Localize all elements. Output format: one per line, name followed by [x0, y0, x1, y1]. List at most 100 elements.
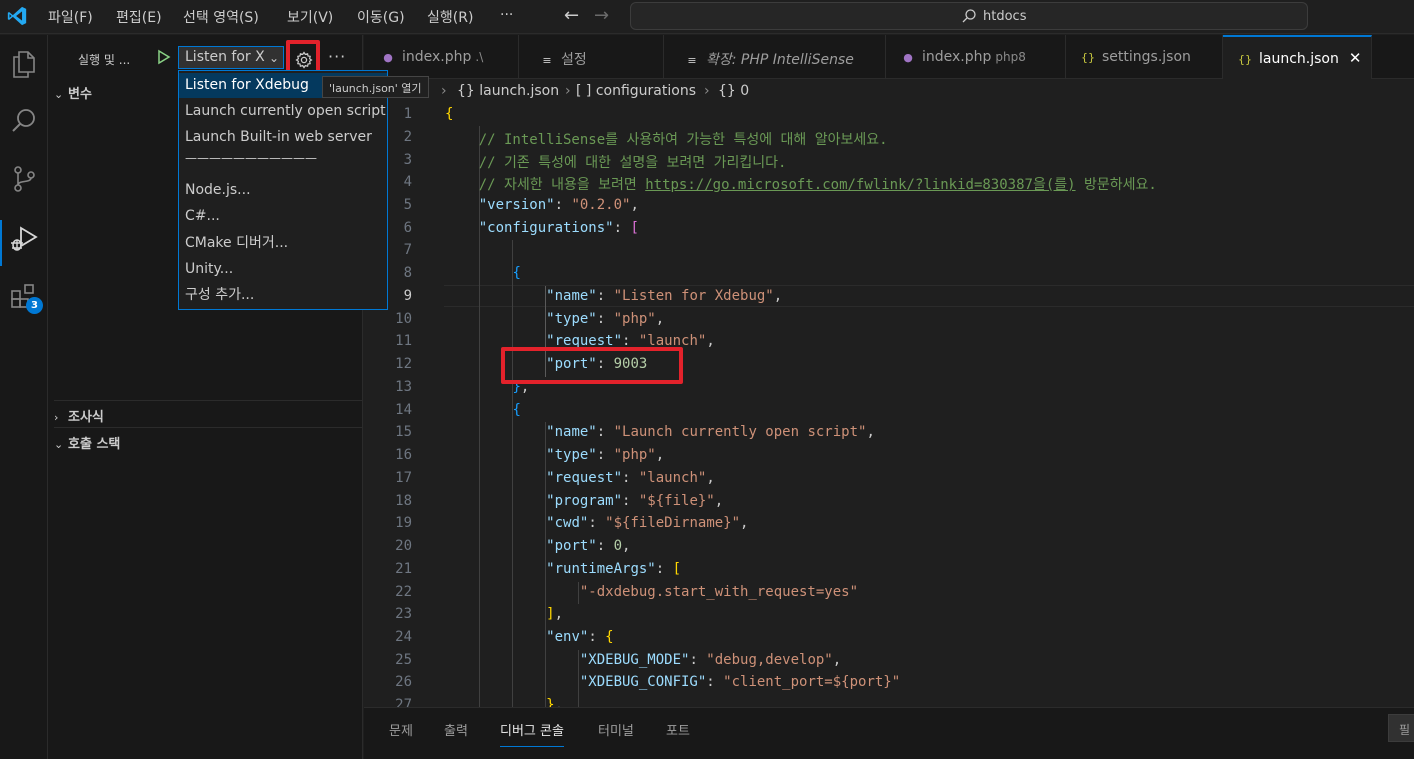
search-icon — [962, 9, 976, 23]
json-key: "request" — [546, 470, 623, 486]
json-string: "php" — [613, 311, 656, 327]
json-key: "type" — [546, 311, 597, 327]
workspace-name: htdocs — [983, 9, 1027, 24]
explorer-icon[interactable] — [8, 48, 40, 80]
code-link[interactable]: https://go.microsoft.com/fwlink/?linkid=… — [645, 177, 1075, 193]
json-string: "debug,develop" — [706, 652, 833, 668]
start-debugging-icon[interactable] — [156, 49, 172, 65]
json-icon: {} — [1081, 51, 1095, 64]
code-line: { — [445, 106, 454, 122]
breadcrumb-item[interactable]: {} 0 — [718, 83, 749, 99]
menu-run[interactable]: 실행(R) — [427, 7, 473, 27]
breadcrumb-item[interactable]: {} launch.json — [457, 83, 559, 99]
section-call-stack[interactable]: ⌄ 호출 스택 — [54, 433, 120, 452]
code-line: // 자세한 내용을 보려면 https://go.microsoft.com/… — [445, 174, 1157, 194]
chevron-down-icon: ⌄ — [54, 438, 64, 451]
divider — [54, 427, 362, 428]
section-label: 조사식 — [68, 410, 104, 425]
json-key: "program" — [546, 493, 623, 509]
breadcrumb-item[interactable]: [ ] configurations — [576, 83, 696, 99]
tab-index-php-php8[interactable]: ● index.php php8 — [886, 35, 1066, 79]
tab-settings-json[interactable]: {} settings.json — [1066, 35, 1223, 79]
dropdown-item[interactable]: C#... — [179, 204, 387, 229]
command-center[interactable]: htdocs — [630, 2, 1308, 30]
vscode-logo-icon — [7, 6, 27, 26]
code-line: "-dxdebug.start_with_request=yes" — [445, 584, 858, 600]
line-number: 27 — [395, 697, 412, 707]
panel-tab-ports[interactable]: 포트 — [666, 720, 690, 739]
line-number: 20 — [395, 538, 412, 554]
chevron-right-icon: › — [54, 411, 59, 424]
code-comment: // 자세한 내용을 보려면 — [478, 177, 646, 193]
panel-tab-problems[interactable]: 문제 — [389, 720, 413, 739]
chevron-down-icon: ⌄ — [54, 88, 64, 101]
dropdown-item[interactable]: Node.js... — [179, 178, 387, 203]
line-number: 26 — [395, 674, 412, 690]
tab-settings[interactable]: ≡ 설정 — [519, 35, 664, 79]
more-actions-button[interactable]: ··· — [328, 47, 346, 66]
json-string: "${file}" — [638, 493, 715, 509]
tab-launch-json[interactable]: {} launch.json ✕ — [1223, 35, 1372, 79]
debug-config-select[interactable]: Listen for X ⌄ — [178, 46, 284, 69]
code-line: "port": 0, — [546, 538, 631, 554]
panel-tab-output[interactable]: 출력 — [444, 720, 468, 739]
code-comment: // IntelliSense를 사용하여 가능한 특성에 대해 알아보세요. — [478, 132, 888, 148]
run-and-debug-icon[interactable] — [8, 222, 40, 254]
section-label: 호출 스택 — [68, 437, 121, 452]
line-number: 25 — [395, 652, 412, 668]
line-number: 14 — [395, 402, 412, 418]
json-string: "0.2.0" — [571, 197, 631, 213]
code-line: { — [512, 402, 521, 418]
json-key: "configurations" — [478, 220, 614, 236]
chevron-right-icon: › — [704, 83, 710, 99]
menu-go[interactable]: 이동(G) — [357, 7, 405, 27]
search-icon[interactable] — [8, 105, 40, 137]
dropdown-separator: ——————————— — [185, 151, 317, 165]
gear-icon — [295, 51, 313, 69]
section-variables[interactable]: ⌄ 변수 — [54, 83, 92, 102]
tab-extension[interactable]: ≡ 확장: PHP IntelliSense — [664, 35, 886, 79]
json-string: "Launch currently open script" — [613, 424, 867, 440]
panel-tab-terminal[interactable]: 터미널 — [598, 720, 634, 739]
chevron-right-icon: › — [441, 83, 447, 99]
divider — [54, 400, 362, 401]
tab-label: 확장: PHP IntelliSense — [706, 52, 854, 68]
json-string: "Listen for Xdebug" — [613, 288, 774, 304]
back-arrow-icon[interactable]: ← — [564, 5, 579, 26]
json-key: "name" — [546, 424, 597, 440]
menu-view[interactable]: 보기(V) — [287, 7, 333, 27]
line-number: 17 — [395, 470, 412, 486]
php-icon: ● — [903, 51, 913, 64]
code-line: "name": "Launch currently open script", — [546, 424, 875, 440]
filter-input[interactable]: 필 — [1388, 714, 1414, 742]
code-line: }, — [546, 697, 564, 707]
section-watch[interactable]: › 조사식 — [54, 406, 104, 425]
menu-selection[interactable]: 선택 영역(S) — [183, 7, 259, 27]
active-view-indicator — [0, 220, 2, 266]
tab-description: .\ — [475, 50, 484, 64]
sidebar-title: 실행 및 ... — [78, 53, 131, 67]
chevron-right-icon: › — [565, 83, 571, 99]
json-string: "${fileDirname}" — [605, 515, 741, 531]
dropdown-item[interactable]: Launch Built-in web server — [179, 125, 387, 150]
panel-tab-debug-console[interactable]: 디버그 콘솔 — [500, 720, 564, 747]
menu-edit[interactable]: 편집(E) — [116, 7, 162, 27]
code-line: "XDEBUG_CONFIG": "client_port=${port}" — [579, 674, 901, 690]
dropdown-item[interactable]: 구성 추가... — [179, 283, 387, 308]
source-control-icon[interactable] — [8, 163, 40, 195]
tab-label: launch.json — [1259, 51, 1339, 67]
menu-more[interactable]: ··· — [500, 7, 513, 23]
line-number: 12 — [395, 356, 412, 372]
line-number: 13 — [395, 379, 412, 395]
menu-file[interactable]: 파일(F) — [48, 7, 93, 27]
json-number: 0 — [613, 538, 623, 554]
tab-label: index.php — [922, 49, 992, 65]
code-editor[interactable]: 1 2 3 4 5 6 7 8 9 10 11 12 13 14 15 16 1… — [364, 104, 1414, 707]
extension-icon: ≡ — [687, 54, 697, 67]
dropdown-item[interactable]: Launch currently open script — [179, 99, 387, 124]
forward-arrow-icon[interactable]: → — [594, 5, 609, 26]
dropdown-item[interactable]: Unity... — [179, 257, 387, 282]
dropdown-item[interactable]: CMake 디버거... — [179, 231, 387, 256]
code-line: "type": "php", — [546, 447, 665, 463]
close-icon[interactable]: ✕ — [1349, 49, 1362, 67]
